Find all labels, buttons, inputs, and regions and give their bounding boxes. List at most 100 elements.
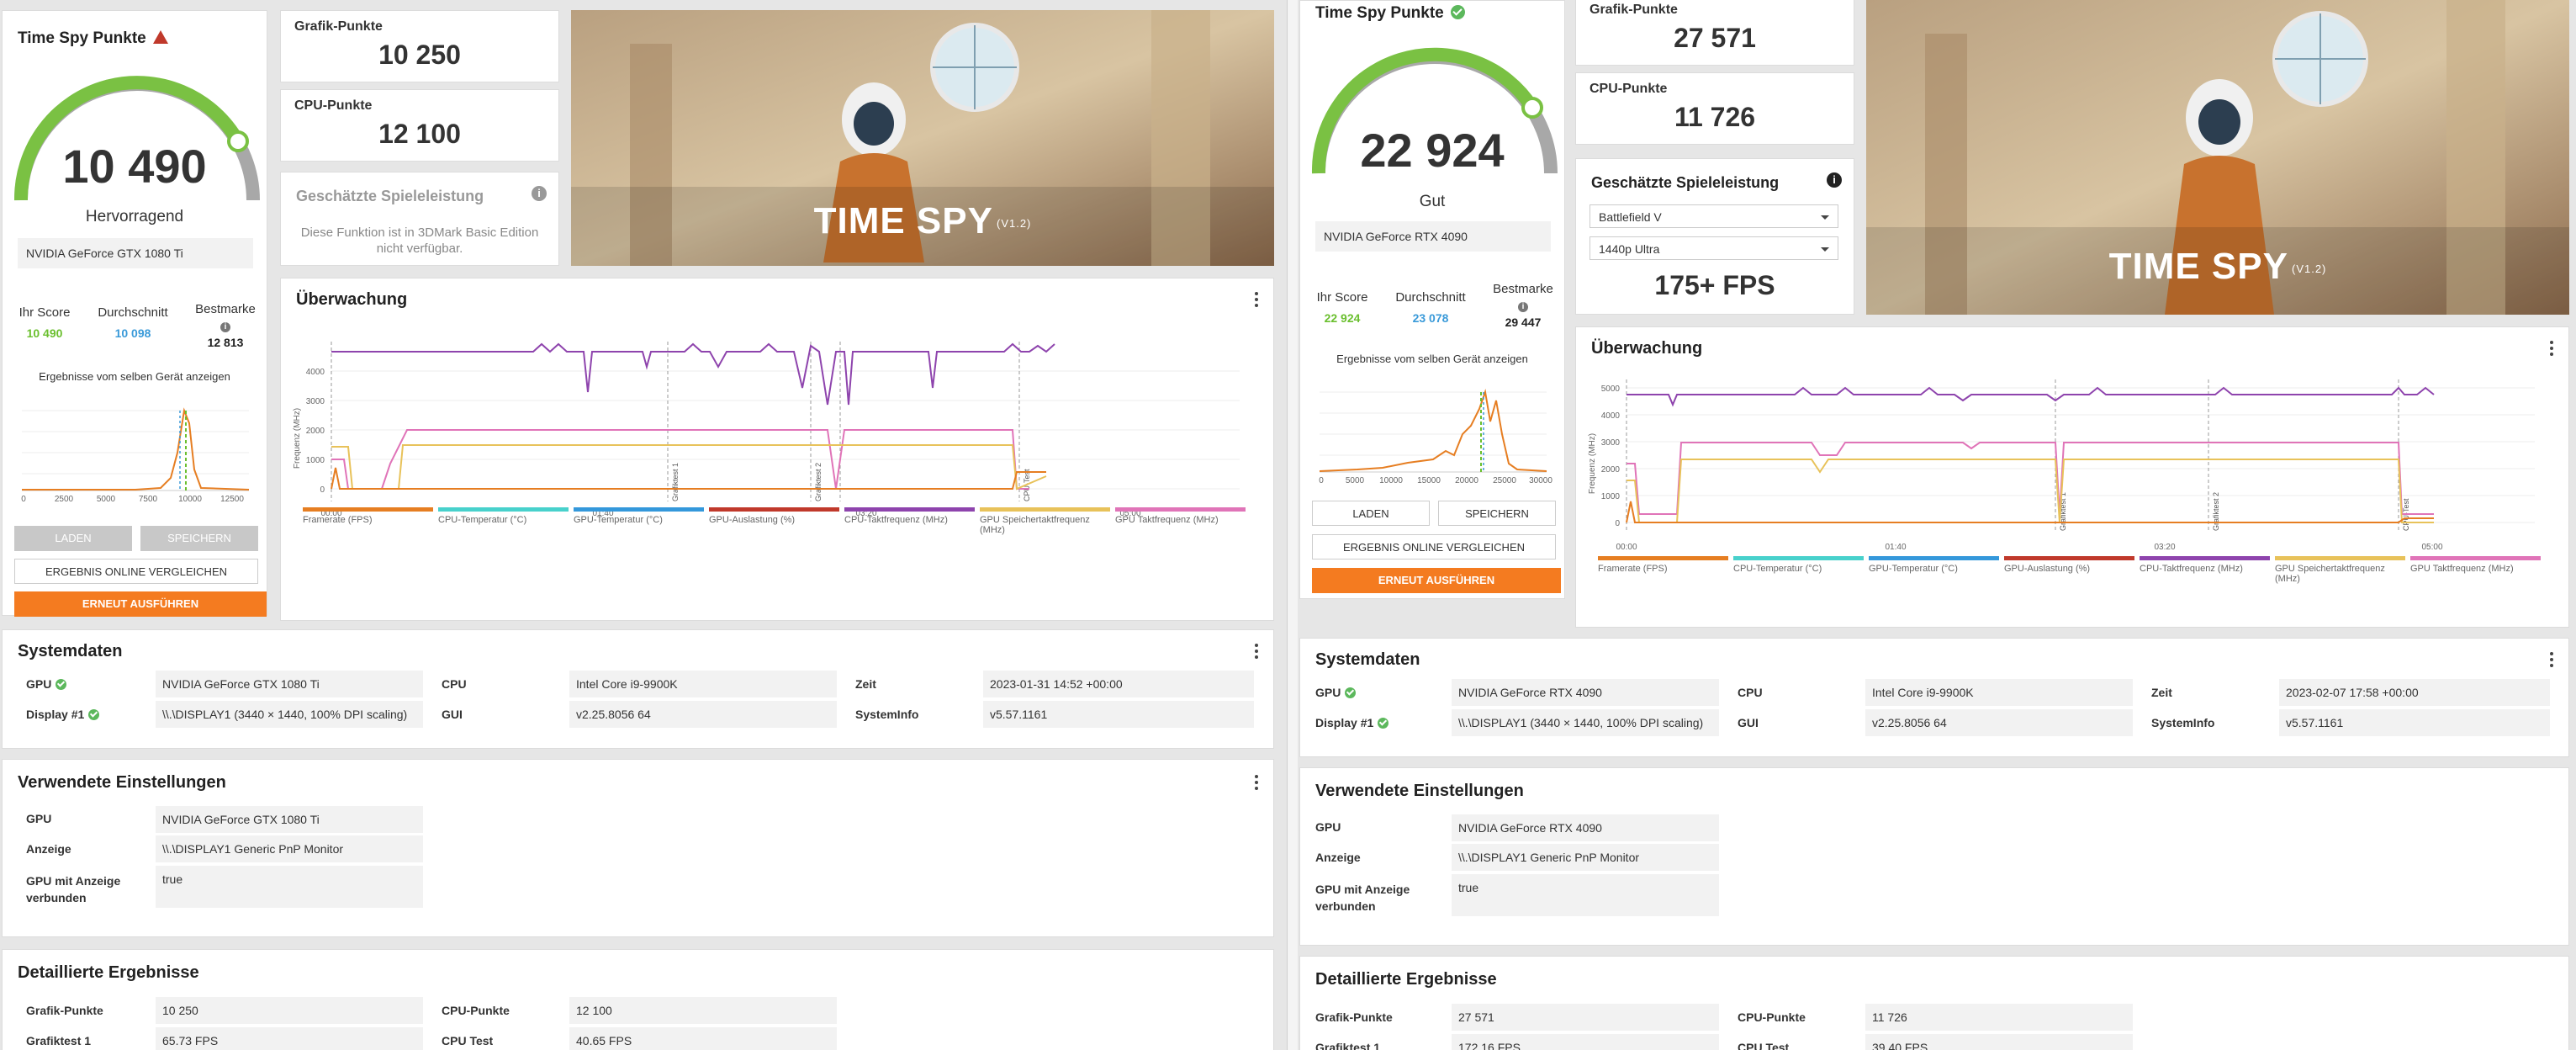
legend-item[interactable]: GPU Taktfrequenz (MHz)	[2410, 556, 2541, 574]
compare-online-button[interactable]: ERGEBNIS ONLINE VERGLEICHEN	[1312, 534, 1556, 559]
average-value: 23 078	[1412, 311, 1449, 325]
your-score-label: Ihr Score	[1316, 290, 1368, 305]
legend-item[interactable]: GPU Taktfrequenz (MHz)	[1115, 507, 1246, 525]
x-tick: 05:00	[2421, 543, 2442, 552]
system-gpu-value: NVIDIA GeForce GTX 1080 Ti	[156, 671, 423, 697]
info-icon[interactable]: i	[1481, 298, 1565, 312]
dist-tick: 0	[21, 495, 26, 503]
detailed-results-card: Detaillierte Ergebnisse Grafik-Punkte 27…	[1299, 956, 2569, 1050]
system-sysinfo-label: SystemInfo	[2151, 716, 2215, 729]
y-tick: 2000	[1601, 465, 1621, 475]
your-score-label: Ihr Score	[19, 305, 71, 320]
graphics-score-label: Grafik-Punkte	[294, 19, 383, 34]
system-sysinfo-label: SystemInfo	[855, 708, 919, 721]
system-time-value: 2023-01-31 14:52 +00:00	[983, 671, 1254, 697]
game-select[interactable]: Battlefield V	[1590, 204, 1838, 228]
legend-item[interactable]: GPU-Temperatur (°C)	[574, 507, 704, 525]
dist-tick: 12500	[220, 495, 244, 503]
graphics-score-card: Grafik-Punkte 10 250	[280, 10, 559, 82]
check-icon	[88, 709, 100, 720]
legend-item[interactable]: CPU-Temperatur (°C)	[1733, 556, 1864, 574]
dist-tick: 30000	[1529, 476, 1552, 485]
settings-card: Verwendete Einstellungen GPU NVIDIA GeFo…	[1299, 767, 2569, 946]
rerun-button[interactable]: ERNEUT AUSFÜHREN	[1312, 568, 1561, 593]
info-icon[interactable]: i	[532, 186, 547, 201]
legend-item[interactable]: GPU Speichertaktfrequenz (MHz)	[2275, 556, 2405, 584]
detail-gt1-label: Grafiktest 1	[26, 1034, 92, 1047]
settings-card: Verwendete Einstellungen GPU NVIDIA GeFo…	[2, 759, 1274, 937]
average-label: Durchschnitt	[1395, 290, 1466, 305]
game-estimate-label: Geschätzte Spieleleistung	[296, 188, 484, 204]
legend-item[interactable]: GPU Speichertaktfrequenz (MHz)	[980, 507, 1110, 535]
legend-item[interactable]: GPU-Temperatur (°C)	[1869, 556, 1999, 574]
cpu-score-card: CPU-Punkte 12 100	[280, 89, 559, 162]
system-cpu-value: Intel Core i9-9900K	[569, 671, 837, 697]
detail-graphics-label: Grafik-Punkte	[1315, 1010, 1393, 1024]
score-title: Time Spy Punkte	[1315, 4, 1465, 23]
legend-item[interactable]: GPU-Auslastung (%)	[709, 507, 839, 525]
legend-item[interactable]: Framerate (FPS)	[1598, 556, 1728, 574]
game-estimate-disabled-text: Diese Funktion ist in 3DMark Basic Editi…	[300, 225, 539, 256]
y-tick: 0	[320, 485, 325, 495]
monitoring-chart: Frequenz (MHz) 4000 3000 2000 1000 0 Gra…	[293, 342, 1240, 518]
legend-item[interactable]: CPU-Temperatur (°C)	[438, 507, 569, 525]
best-value: 12 813	[207, 336, 244, 349]
legend-item[interactable]: Framerate (FPS)	[303, 507, 433, 525]
dist-tick: 25000	[1493, 476, 1516, 485]
save-button[interactable]: SPEICHERN	[1438, 501, 1556, 526]
same-device-link[interactable]: Ergebnisse vom selben Gerät anzeigen	[3, 370, 267, 383]
average-stat: Durchschnitt 10 098	[87, 305, 179, 340]
cpu-score-value: 11 726	[1674, 102, 1756, 132]
test-marker-label: Grafiktest 2	[814, 463, 823, 501]
load-button[interactable]: LADEN	[14, 526, 132, 551]
y-tick: 5000	[1601, 384, 1621, 394]
cpu-score-label: CPU-Punkte	[1590, 82, 1668, 96]
rerun-button[interactable]: ERNEUT AUSFÜHREN	[14, 591, 267, 617]
fps-estimate: 175+ FPS	[1654, 270, 1775, 300]
score-card: Time Spy Punkte 22 924 Gut NVIDIA GeForc…	[1299, 0, 1565, 599]
legend-item[interactable]: CPU-Taktfrequenz (MHz)	[2140, 556, 2270, 574]
settings-gpu-value: NVIDIA GeForce GTX 1080 Ti	[156, 806, 423, 833]
detail-gt1-label: Grafiktest 1	[1315, 1041, 1381, 1050]
more-options-icon[interactable]	[2550, 652, 2553, 670]
score-rating: Gut	[1419, 193, 1446, 210]
dist-tick: 5000	[1346, 476, 1365, 485]
graphics-score-label: Grafik-Punkte	[1590, 3, 1678, 17]
dist-tick: 7500	[139, 495, 158, 503]
system-gui-value: v2.25.8056 64	[569, 701, 837, 728]
system-data-card: Systemdaten GPU NVIDIA GeForce GTX 1080 …	[2, 629, 1274, 749]
y-tick: 3000	[1601, 438, 1621, 448]
system-display-value: \\.\DISPLAY1 (3440 × 1440, 100% DPI scal…	[1452, 709, 1719, 736]
system-cpu-value: Intel Core i9-9900K	[1865, 679, 2133, 706]
score-card: Time Spy Punkte 10 490 Hervorragend NVID…	[2, 10, 267, 617]
system-time-label: Zeit	[2151, 686, 2172, 699]
legend-item[interactable]: CPU-Taktfrequenz (MHz)	[844, 507, 975, 525]
settings-display-label: Anzeige	[26, 842, 71, 856]
score-value: 22 924	[1360, 124, 1505, 177]
load-button[interactable]: LADEN	[1312, 501, 1430, 526]
settings-display-value: \\.\DISPLAY1 Generic PnP Monitor	[1452, 844, 1719, 871]
more-options-icon[interactable]	[2550, 341, 2553, 358]
settings-connected-value: true	[1452, 874, 1719, 916]
settings-gpu-label: GPU	[26, 812, 52, 825]
info-icon[interactable]: i	[183, 318, 267, 332]
y-tick: 4000	[1601, 411, 1621, 421]
save-button[interactable]: SPEICHERN	[140, 526, 258, 551]
graphics-score-value: 27 571	[1674, 23, 1756, 53]
detailed-results-card: Detaillierte Ergebnisse Grafik-Punkte 10…	[2, 949, 1274, 1050]
more-options-icon[interactable]	[1255, 292, 1258, 310]
resolution-select[interactable]: 1440p Ultra	[1590, 236, 1838, 260]
x-tick: 03:20	[2154, 543, 2175, 552]
monitoring-card: Überwachung Frequenz (MHz) 4000 3000 200…	[280, 278, 1274, 621]
system-gpu-value: NVIDIA GeForce RTX 4090	[1452, 679, 1719, 706]
more-options-icon[interactable]	[1255, 775, 1258, 793]
your-score-value: 22 924	[1324, 311, 1361, 325]
same-device-link[interactable]: Ergebnisse vom selben Gerät anzeigen	[1300, 353, 1564, 365]
dist-tick: 10000	[1379, 476, 1403, 485]
compare-online-button[interactable]: ERGEBNIS ONLINE VERGLEICHEN	[14, 559, 258, 584]
legend-item[interactable]: GPU-Auslastung (%)	[2004, 556, 2134, 574]
y-tick: 0	[1615, 519, 1620, 528]
more-options-icon[interactable]	[1255, 644, 1258, 661]
monitoring-title: Überwachung	[296, 290, 408, 309]
info-icon[interactable]: i	[1827, 172, 1842, 188]
